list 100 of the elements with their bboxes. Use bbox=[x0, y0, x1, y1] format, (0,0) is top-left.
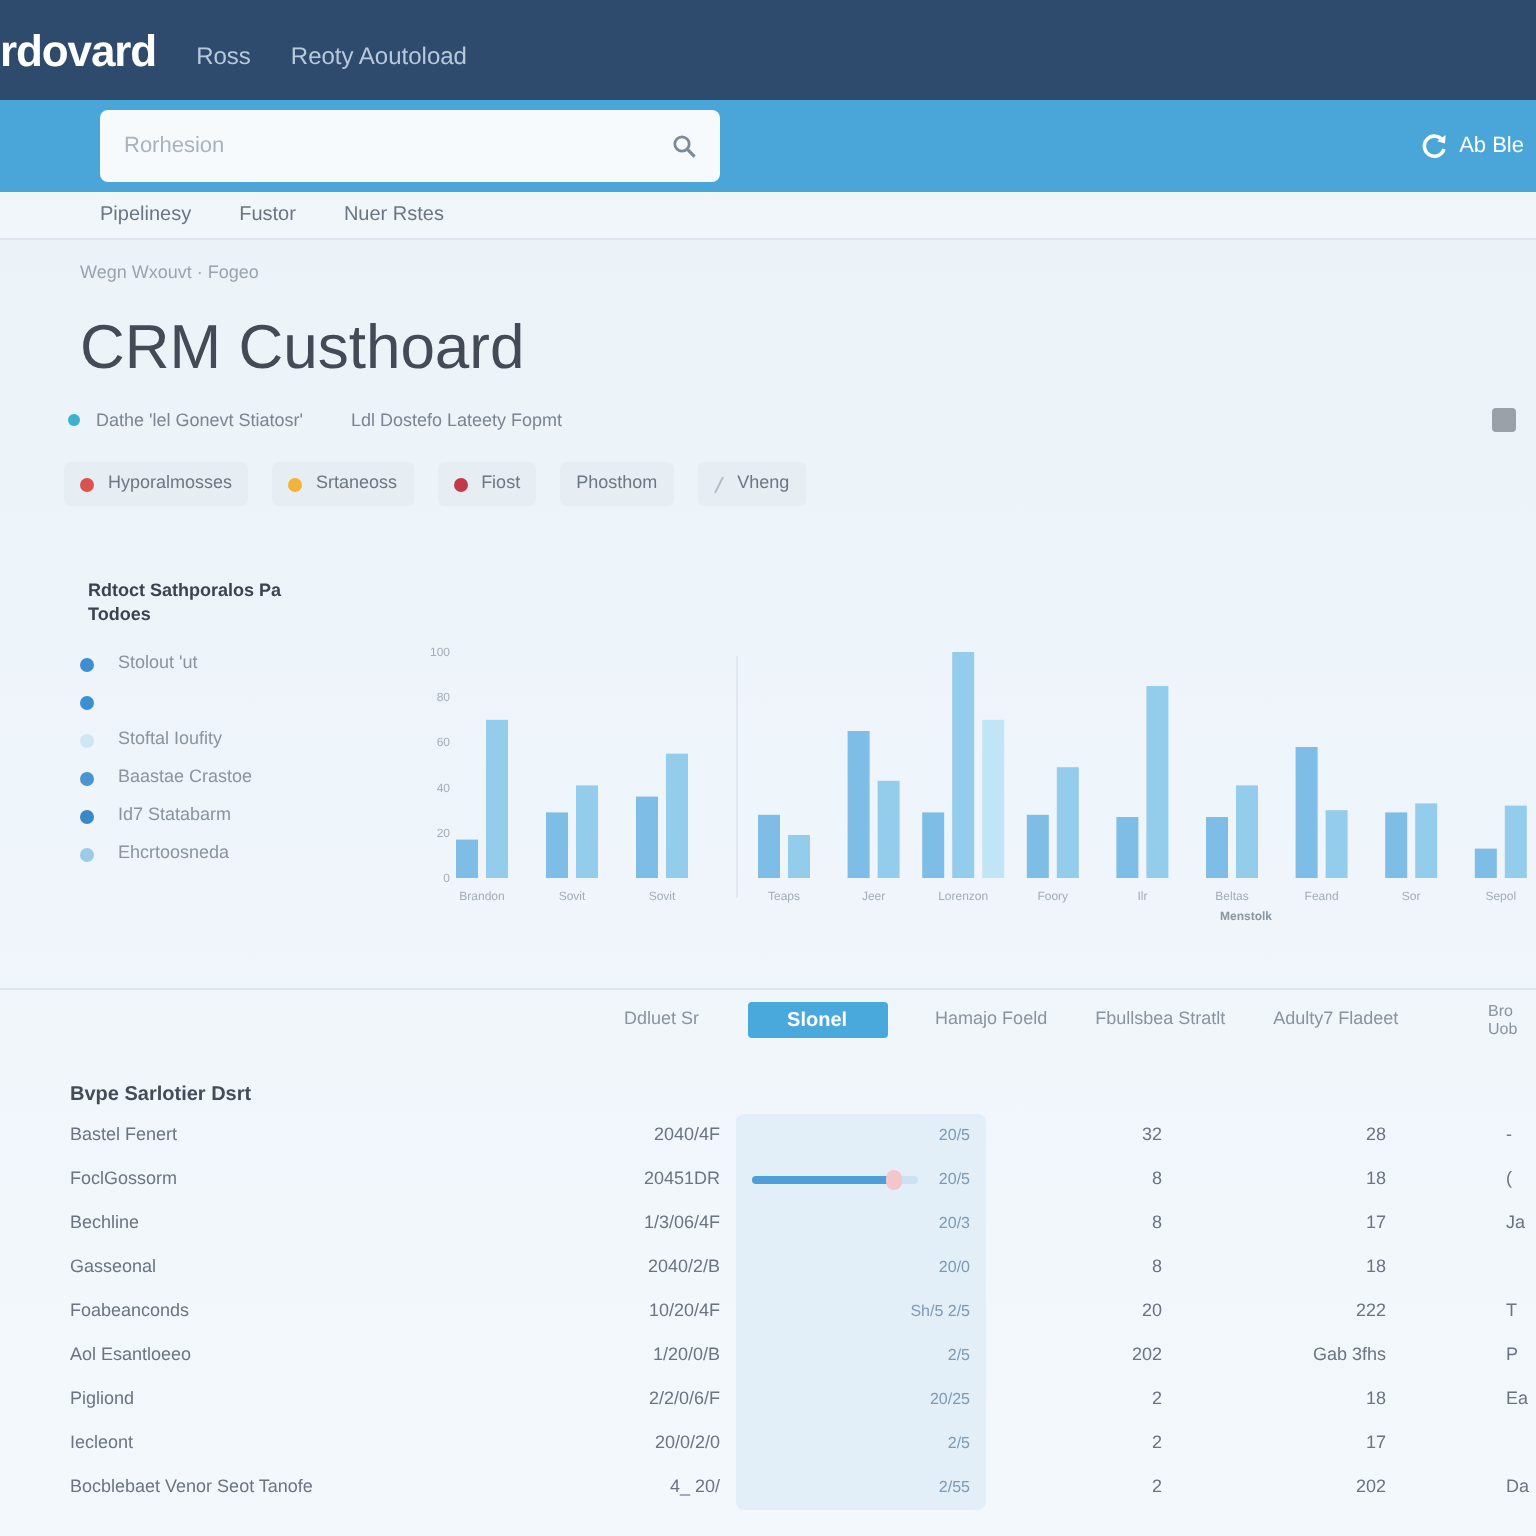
count-cell-text: 2 bbox=[1151, 1430, 1162, 1457]
search-field[interactable]: Rorhesion bbox=[100, 110, 720, 182]
value-text: 2/5 bbox=[947, 1344, 970, 1368]
count-cell-text: 2 bbox=[1151, 1474, 1162, 1501]
bar bbox=[1474, 848, 1497, 878]
date-cell-text: 4_ 20/ bbox=[669, 1474, 720, 1501]
filter-chip[interactable]: Phosthom bbox=[560, 462, 674, 506]
row-name: Aol Esantloeeo bbox=[70, 1342, 192, 1369]
slash-icon bbox=[713, 475, 724, 493]
count-cell-text: Gab 3fhs bbox=[1312, 1342, 1386, 1369]
table-cell-text: P bbox=[1506, 1342, 1519, 1369]
bar bbox=[758, 814, 780, 878]
subtitle-text: Ldl Dostefo Lateety Fopmt bbox=[351, 407, 563, 434]
nav-tab[interactable]: Nuer Rstes bbox=[343, 200, 444, 230]
date-cell-text: 20451DR bbox=[643, 1166, 720, 1193]
date-cell-text: 20/0/2/0 bbox=[654, 1430, 720, 1457]
nav-tab[interactable]: Pipelinesy bbox=[100, 200, 192, 230]
count-cell-text: 202 bbox=[1355, 1474, 1386, 1501]
count-cell-text: 32 bbox=[1141, 1122, 1162, 1149]
bar bbox=[877, 780, 900, 878]
bar bbox=[1116, 817, 1139, 878]
count-cell-text: 222 bbox=[1355, 1298, 1386, 1325]
row-name: Bastel Fenert bbox=[70, 1122, 178, 1149]
count-cell-text: 2 bbox=[1151, 1386, 1162, 1413]
value-text: Sh/5 2/5 bbox=[910, 1300, 970, 1324]
table-tab[interactable]: Hamajo Foeld bbox=[935, 1006, 1048, 1034]
legend-label: Stolout 'ut bbox=[118, 650, 198, 677]
bar bbox=[1415, 803, 1438, 878]
table-tab[interactable]: Adulty7 Fladeet bbox=[1273, 1006, 1399, 1034]
filter-chip[interactable]: Fiost bbox=[437, 462, 537, 506]
legend-label: Stoftal Ioufity bbox=[118, 726, 223, 753]
date-cell-text: 1/3/06/4F bbox=[643, 1210, 720, 1237]
table-cell-text: Ja bbox=[1506, 1210, 1526, 1237]
table-tab[interactable]: Slonel bbox=[747, 1002, 888, 1038]
count-cell-text: 202 bbox=[1131, 1342, 1162, 1369]
nav-link[interactable]: Ross bbox=[196, 38, 251, 74]
row-name: Bocblebaet Venor Seot Tanofe bbox=[70, 1474, 313, 1501]
value-text: 20/25 bbox=[929, 1388, 970, 1412]
bar bbox=[546, 812, 568, 878]
bar bbox=[636, 796, 658, 878]
row-name: Iecleont bbox=[70, 1430, 134, 1457]
row-name: FoclGossorm bbox=[70, 1166, 178, 1193]
date-cell-text: 2040/4F bbox=[653, 1122, 720, 1149]
count-cell-text: 17 bbox=[1365, 1210, 1386, 1237]
date-cell-text: 10/20/4F bbox=[648, 1298, 720, 1325]
slider-thumb[interactable] bbox=[886, 1170, 903, 1190]
bar bbox=[1026, 814, 1049, 878]
table-cell-text: - bbox=[1506, 1122, 1512, 1149]
legend-label: Id7 Statabarm bbox=[118, 802, 232, 829]
bar bbox=[576, 785, 598, 878]
table-tab[interactable]: Bro Uob bbox=[1488, 1002, 1532, 1038]
legend-title: Rdtoct Sathporalos Pa Todoes bbox=[88, 578, 284, 626]
date-cell-text: 1/20/0/B bbox=[652, 1342, 720, 1369]
account-label[interactable]: Ab Ble bbox=[1459, 129, 1524, 163]
legend-label: Baastae Crastoe bbox=[118, 764, 253, 791]
legend-label: Ehcrtoosneda bbox=[118, 840, 230, 867]
date-cell-text: 2/2/0/6/F bbox=[648, 1386, 720, 1413]
filter-chip[interactable]: Vheng bbox=[697, 462, 806, 506]
value-text: 20/3 bbox=[938, 1212, 970, 1236]
search-icon[interactable] bbox=[672, 134, 696, 158]
refresh-icon[interactable] bbox=[1419, 132, 1448, 160]
bar bbox=[788, 835, 810, 878]
table-tab[interactable]: Ddluet Sr bbox=[624, 1006, 700, 1034]
count-cell-text: 28 bbox=[1365, 1122, 1386, 1149]
filter-chip[interactable]: Srtaneoss bbox=[272, 462, 414, 506]
table-cell-text: Da bbox=[1506, 1474, 1530, 1501]
count-cell-text: 17 bbox=[1365, 1430, 1386, 1457]
square-icon[interactable] bbox=[1492, 408, 1516, 433]
bar bbox=[1504, 805, 1527, 878]
nav-tab[interactable]: Fustor bbox=[239, 200, 296, 230]
row-name: Gasseonal bbox=[70, 1254, 157, 1281]
value-text: 20/5 bbox=[938, 1124, 970, 1148]
date-cell-text: 2040/2/B bbox=[647, 1254, 720, 1281]
bar bbox=[1295, 747, 1318, 878]
breadcrumb: Wegn Wxouvt · Fogeo bbox=[80, 260, 259, 286]
row-name: Pigliond bbox=[70, 1386, 135, 1413]
count-cell-text: 18 bbox=[1365, 1386, 1386, 1413]
value-text: 2/5 bbox=[947, 1432, 970, 1456]
table-cell-text: ( bbox=[1506, 1166, 1512, 1193]
count-cell-text: 20 bbox=[1141, 1298, 1162, 1325]
bar bbox=[456, 839, 478, 878]
count-cell-text: 18 bbox=[1365, 1254, 1386, 1281]
value-text: 2/55 bbox=[938, 1476, 970, 1500]
count-cell-text: 8 bbox=[1151, 1210, 1162, 1237]
page-title: CRM Custhoard bbox=[80, 309, 525, 385]
table-tab[interactable]: Fbullsbea Stratlt bbox=[1095, 1006, 1226, 1034]
app-logo: rdovard bbox=[0, 23, 157, 79]
bar bbox=[1325, 810, 1348, 878]
table-cell-text: Ea bbox=[1506, 1386, 1529, 1413]
row-name: Bechline bbox=[70, 1210, 140, 1237]
list-title: Bvpe Sarlotier Dsrt bbox=[70, 1081, 252, 1109]
count-cell-text: 18 bbox=[1365, 1166, 1386, 1193]
count-cell-text: 8 bbox=[1151, 1166, 1162, 1193]
value-text: 20/0 bbox=[938, 1256, 970, 1280]
value-text: 20/5 bbox=[938, 1168, 970, 1192]
bar bbox=[1385, 812, 1408, 878]
filter-chip[interactable]: Hyporalmosses bbox=[64, 462, 249, 506]
nav-link[interactable]: Reoty Aoutoload bbox=[290, 38, 467, 74]
bar bbox=[666, 753, 688, 878]
subtitle-text: Dathe 'lel Gonevt Stiatosr' bbox=[96, 407, 303, 433]
